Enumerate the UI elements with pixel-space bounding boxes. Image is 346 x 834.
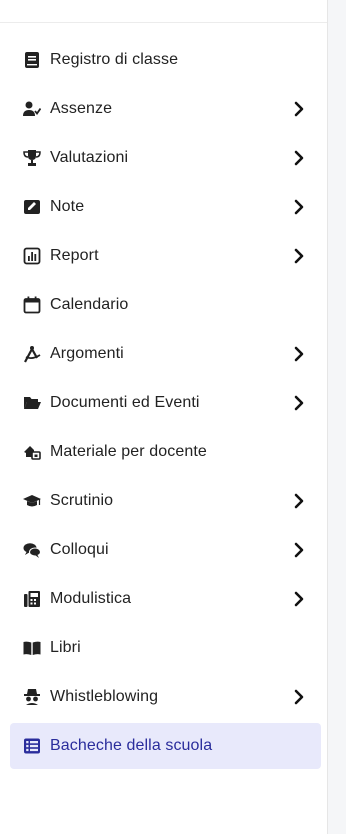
open-book-icon [22,638,42,658]
chevron-right-icon [293,150,305,166]
sidebar-item-label: Note [50,197,85,215]
book-icon [22,50,42,70]
content-pane-edge [327,0,346,834]
sidebar-item-label: Documenti ed Eventi [50,393,200,411]
sidebar-item-materiale-per-docente[interactable]: Materiale per docente [10,427,321,476]
sidebar-item-modulistica[interactable]: Modulistica [10,574,321,623]
sidebar-item-label: Argomenti [50,344,124,362]
graduation-cap-icon [22,491,42,511]
trophy-icon [22,148,42,168]
sidebar-item-label: Registro di classe [50,50,179,68]
chevron-right-icon [293,248,305,264]
calendar-icon [22,295,42,315]
sidebar-item-assenze[interactable]: Assenze [10,84,321,133]
house-share-icon [22,442,42,462]
sidebar-item-label: Whistleblowing [50,687,159,705]
sidebar-item-label: Assenze [50,99,113,117]
sidebar-item-documenti-ed-eventi[interactable]: Documenti ed Eventi [10,378,321,427]
list-icon [22,736,42,756]
compass-icon [22,344,42,364]
user-check-icon [22,99,42,119]
note-icon [22,197,42,217]
sidebar-item-report[interactable]: Report [10,231,321,280]
chevron-right-icon [293,689,305,705]
sidebar-item-colloqui[interactable]: Colloqui [10,525,321,574]
sidebar-item-calendario[interactable]: Calendario [10,280,321,329]
sidebar-item-libri[interactable]: Libri [10,623,321,672]
sidebar-menu: Registro di classe Assenze Valutazioni N… [10,35,321,769]
sidebar-item-label: Libri [50,638,81,656]
chevron-right-icon [293,542,305,558]
sidebar-item-label: Materiale per docente [50,442,207,460]
sidebar-item-label: Colloqui [50,540,109,558]
sidebar-item-note[interactable]: Note [10,182,321,231]
sidebar: Registro di classe Assenze Valutazioni N… [0,0,327,834]
sidebar-item-scrutinio[interactable]: Scrutinio [10,476,321,525]
sidebar-item-label: Bacheche della scuola [50,737,213,754]
sidebar-item-valutazioni[interactable]: Valutazioni [10,133,321,182]
chevron-right-icon [293,101,305,117]
sidebar-item-label: Valutazioni [50,148,129,166]
chevron-right-icon [293,346,305,362]
sidebar-item-whistleblowing[interactable]: Whistleblowing [10,672,321,721]
spy-icon [22,687,42,707]
chevron-right-icon [293,199,305,215]
fax-icon [22,589,42,609]
folder-icon [22,393,42,413]
chevron-right-icon [293,395,305,411]
top-divider [0,22,327,23]
sidebar-item-label: Calendario [50,295,129,313]
sidebar-item-label: Scrutinio [50,491,114,509]
sidebar-item-argomenti[interactable]: Argomenti [10,329,321,378]
sidebar-item-registro-di-classe[interactable]: Registro di classe [10,35,321,84]
sidebar-item-bacheche-della-scuola[interactable]: Bacheche della scuola [10,723,321,769]
chat-icon [22,540,42,560]
sidebar-item-label: Report [50,246,99,264]
sidebar-item-label: Modulistica [50,589,132,607]
chart-icon [22,246,42,266]
chevron-right-icon [293,591,305,607]
chevron-right-icon [293,493,305,509]
